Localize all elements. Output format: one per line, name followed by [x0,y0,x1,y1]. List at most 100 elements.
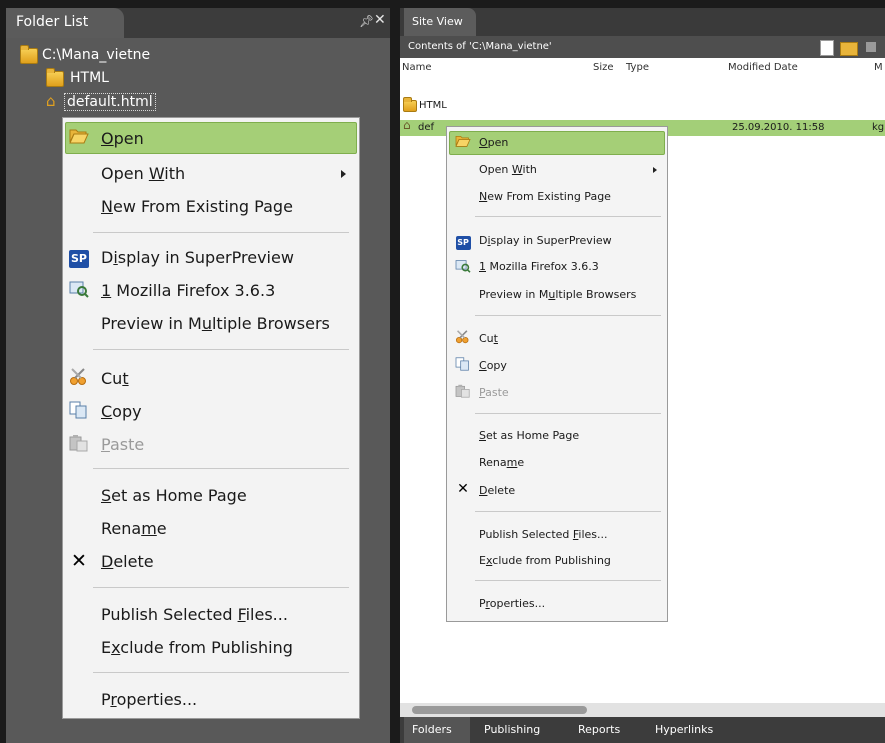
tree-item-html-label: HTML [70,70,109,86]
superpreview-icon: SP [69,247,89,268]
menu-item-rename-label: Rename [479,456,525,469]
menu-item-firefox-label: 1 Mozilla Firefox 3.6.3 [479,260,599,273]
menu-item-display-superpreview-label: Display in SuperPreview [479,234,612,247]
menu-item-display-superpreview-label: Display in SuperPreview [101,248,294,267]
tab-hyperlinks[interactable]: Hyperlinks [655,723,713,736]
menu-separator [93,468,349,469]
menu-item-exclude-label: Exclude from Publishing [479,554,611,567]
contents-label: Contents of 'C:\Mana_vietne' [408,41,552,52]
menu-item-publish-selected-label: Publish Selected Files... [479,528,608,541]
menu-item-preview-multiple-label: Preview in Multiple Browsers [101,314,330,333]
menu-separator [93,672,349,673]
folder-icon [20,45,38,64]
menu-item-new-from-existing-label: New From Existing Page [479,190,611,203]
column-headers: Name Size Type Modified Date M [400,58,885,78]
folder-icon [46,68,64,87]
menu-item-open-label: Open [101,129,144,148]
scissors-icon [455,330,471,346]
menu-item-delete-label: Delete [101,552,154,571]
close-icon[interactable]: ✕ [374,12,386,28]
scrollbar-thumb[interactable] [412,706,587,714]
folder-icon [403,97,417,112]
tree-item-root-label: C:\Mana_vietne [42,47,151,63]
paste-icon [455,384,471,400]
menu-item-set-home-label: Set as Home Page [101,486,247,505]
menu-item-paste-label: Paste [479,386,509,399]
column-type[interactable]: Type [626,62,649,73]
folder-list-header: Folder List 📌︎ ✕ [6,8,390,38]
contents-bar: Contents of 'C:\Mana_vietne' [400,36,885,58]
view-options-icon[interactable] [866,42,876,52]
menu-item-cut-label: Cut [479,332,498,345]
tab-reports[interactable]: Reports [578,723,620,736]
site-view-title: Site View [412,15,463,28]
menu-separator [93,349,349,350]
scissors-icon [69,368,89,388]
column-name[interactable]: Name [402,62,432,73]
menu-item-open-with-label: Open With [479,163,537,176]
menu-item-open-label: Open [479,136,509,149]
browser-preview-icon [69,280,89,300]
context-menu-large: Open Open With New From Existing Page SP… [62,117,360,719]
list-item-default-m: kg [872,122,885,133]
tree-item-default-label: default.html [64,93,156,111]
folder-list-tab[interactable]: Folder List [6,8,124,38]
column-modified-date[interactable]: Modified Date [728,62,798,73]
tree-item-root[interactable]: C:\Mana_vietne [20,45,320,66]
menu-item-paste-label: Paste [101,435,145,454]
list-item-default-name: def [418,122,435,133]
new-folder-icon[interactable] [840,42,858,56]
menu-item-firefox-label: 1 Mozilla Firefox 3.6.3 [101,281,276,300]
submenu-arrow-icon [341,170,346,178]
browser-preview-icon [455,259,471,275]
copy-icon [455,357,471,373]
tree-item-default[interactable]: ⌂ default.html [46,92,246,112]
menu-item-exclude-label: Exclude from Publishing [101,638,293,657]
copy-icon [69,401,89,421]
horizontal-scrollbar[interactable] [400,703,885,717]
menu-item-properties-label: Properties... [479,597,546,610]
list-item-html-label: HTML [419,100,447,111]
bottom-tabs: Folders Publishing Reports Hyperlinks [400,717,885,743]
site-view-header: Site View [400,8,885,36]
paste-icon [69,434,89,454]
menu-item-new-from-existing-label: New From Existing Page [101,197,293,216]
menu-item-cut-label: Cut [101,369,129,388]
menu-separator [475,413,661,414]
menu-item-open-with-label: Open With [101,164,186,183]
menu-item-set-home-label: Set as Home Page [479,429,580,442]
tab-folders[interactable]: Folders [412,723,452,736]
submenu-arrow-icon [653,167,657,173]
menu-item-properties-label: Properties... [101,690,198,709]
menu-separator [93,232,349,233]
delete-x-icon: ✕ [457,481,469,497]
menu-item-preview-multiple-label: Preview in Multiple Browsers [479,288,637,301]
list-item-default-modified: 25.09.2010. 11:58 [732,122,825,133]
menu-separator [93,587,349,588]
menu-item-publish-selected-label: Publish Selected Files... [101,605,288,624]
context-menu-small: Open Open With New From Existing Page SP… [446,126,668,622]
menu-item-delete-label: Delete [479,484,516,497]
menu-item-copy-label: Copy [479,359,507,372]
menu-separator [475,580,661,581]
tab-site-view[interactable]: Site View [404,8,476,36]
delete-x-icon: ✕ [71,550,87,572]
tree-item-html[interactable]: HTML [46,68,246,89]
menu-separator [475,315,661,316]
tab-publishing[interactable]: Publishing [484,723,540,736]
column-size[interactable]: Size [593,62,614,73]
list-item-html[interactable]: HTML [400,97,885,116]
home-page-icon: ⌂ [46,92,56,110]
open-folder-icon [69,127,89,147]
new-page-icon[interactable] [820,40,834,56]
open-folder-icon [455,134,471,150]
menu-separator [475,511,661,512]
superpreview-icon: SP [455,233,471,250]
column-m[interactable]: M [874,62,883,73]
menu-separator [475,216,661,217]
menu-item-copy-label: Copy [101,402,142,421]
folder-list-title: Folder List [16,14,89,30]
menu-item-rename-label: Rename [101,519,167,538]
pin-icon[interactable]: 📌︎ [359,14,374,28]
home-page-icon: ⌂ [403,118,411,132]
